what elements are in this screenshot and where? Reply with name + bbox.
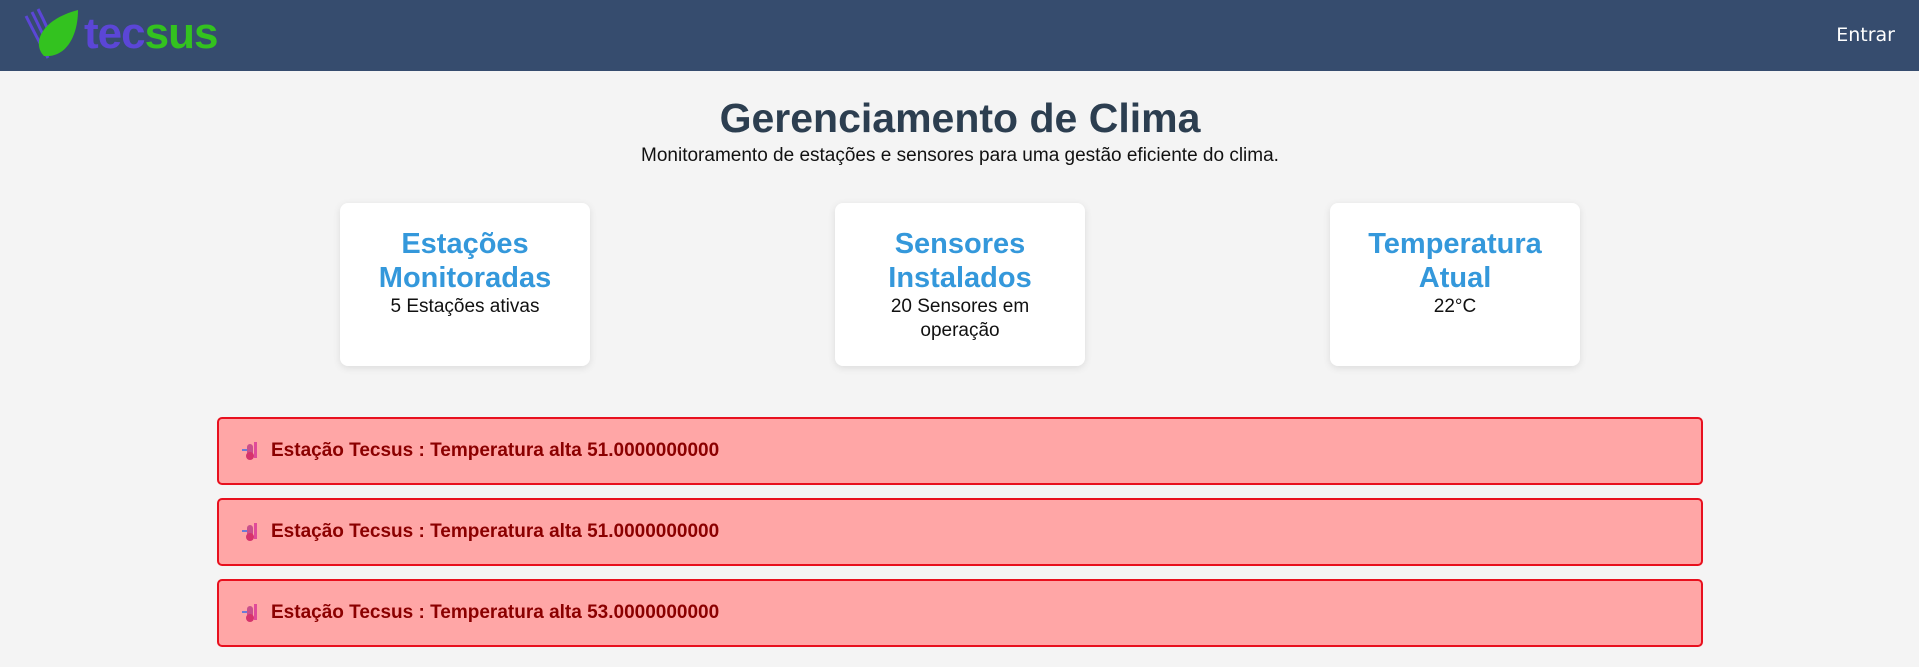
logo-sus-text: sus	[144, 9, 219, 58]
thermometer-icon	[242, 442, 257, 460]
top-navbar: tecsus Entrar	[0, 0, 1919, 71]
page-title: Gerenciamento de Clima	[719, 95, 1201, 141]
temperature-card: Temperatura Atual 22°C	[1330, 203, 1580, 366]
card-title: Estações Monitoradas	[378, 228, 552, 294]
temperature-alert: Estação Tecsus : Temperatura alta 53.000…	[217, 579, 1703, 647]
tecsus-logo[interactable]: tecsus	[22, 6, 219, 62]
alert-text: Estação Tecsus : Temperatura alta 53.000…	[271, 602, 720, 623]
card-text: 22°C	[1433, 296, 1477, 317]
thermometer-icon	[242, 604, 257, 622]
thermometer-icon	[242, 523, 257, 541]
temperature-alert: Estação Tecsus : Temperatura alta 51.000…	[217, 417, 1703, 485]
page-subtitle: Monitoramento de estações e sensores par…	[641, 145, 1279, 166]
card-title: Sensores Instalados	[888, 228, 1032, 294]
alert-text: Estação Tecsus : Temperatura alta 51.000…	[271, 440, 720, 461]
alert-text: Estação Tecsus : Temperatura alta 51.000…	[271, 521, 720, 542]
card-title: Temperatura Atual	[1368, 228, 1542, 294]
logo-wordmark: tecsus	[84, 9, 219, 58]
card-text: 20 Sensores em operação	[890, 296, 1030, 341]
login-link[interactable]: Entrar	[1836, 24, 1895, 46]
main-content: Gerenciamento de Clima Monitoramento de …	[193, 71, 1727, 667]
stations-card: Estações Monitoradas 5 Estações ativas	[340, 203, 590, 366]
leaf-logo-icon	[24, 8, 78, 59]
card-text: 5 Estações ativas	[390, 296, 540, 317]
logo-tec-text: tec	[84, 9, 146, 58]
sensors-card: Sensores Instalados 20 Sensores em opera…	[835, 203, 1085, 366]
temperature-alert: Estação Tecsus : Temperatura alta 51.000…	[217, 498, 1703, 566]
